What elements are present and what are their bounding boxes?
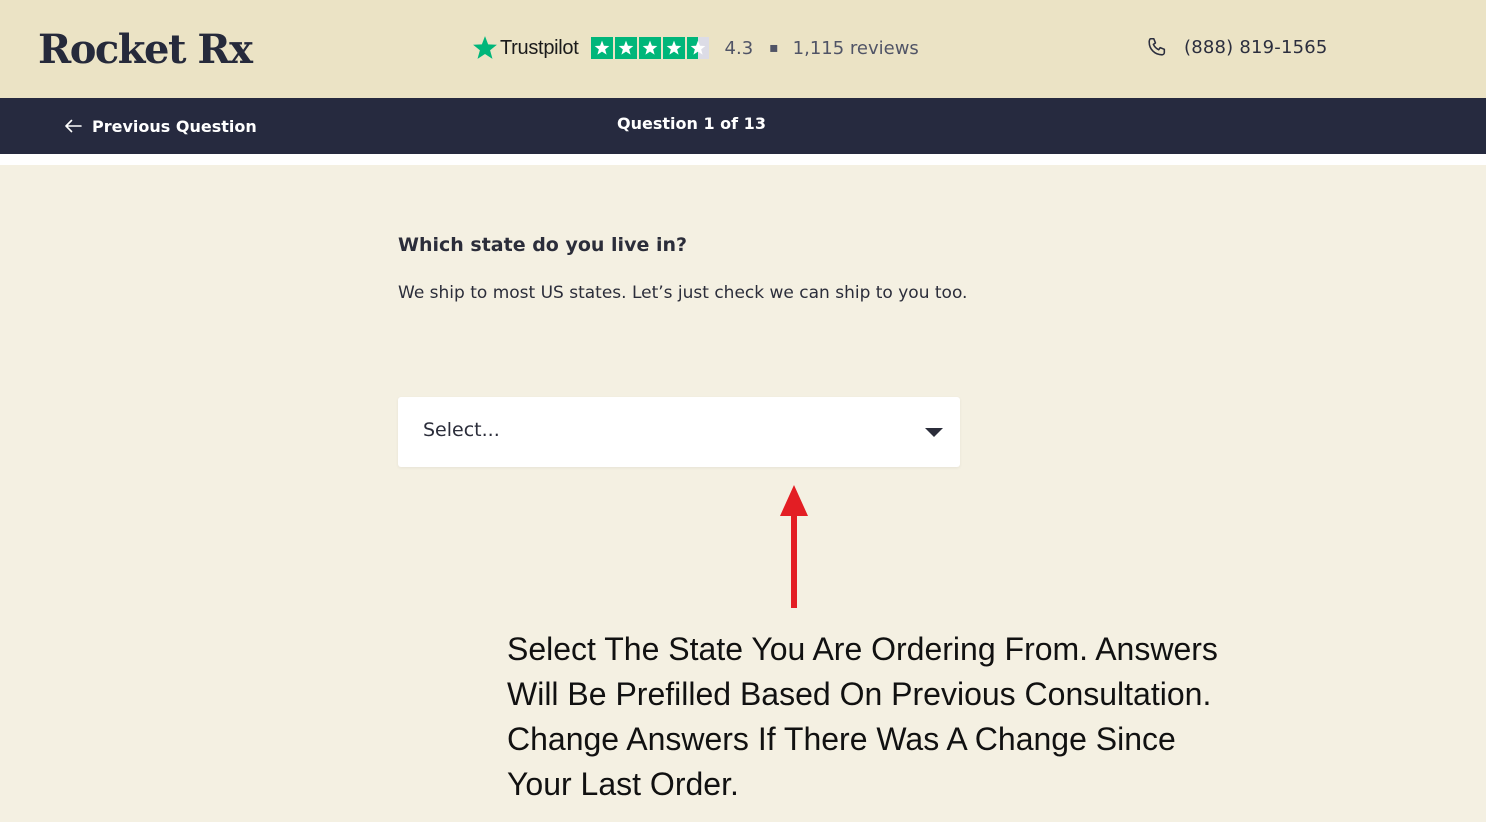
trustpilot-name: Trustpilot: [500, 36, 579, 59]
star-icon: [614, 37, 637, 59]
red-arrow-annotation: [780, 485, 808, 608]
trustpilot-rating: 4.3: [724, 37, 754, 59]
question-subtitle: We ship to most US states. Let’s just ch…: [398, 283, 968, 303]
trustpilot-star-icon: [473, 36, 497, 59]
star-icon: [662, 37, 685, 59]
previous-question-button[interactable]: Previous Question: [64, 112, 257, 140]
instruction-annotation: Select The State You Are Ordering From. …: [507, 631, 1218, 802]
divider: [0, 154, 1486, 165]
chevron-down-icon: [925, 428, 943, 437]
arrow-left-icon: [65, 119, 82, 133]
rocket-rx-logo[interactable]: Rocket Rx: [38, 26, 253, 74]
star-icon: [638, 37, 661, 59]
phone-icon: [1148, 37, 1166, 56]
star-icon: [590, 37, 613, 59]
trustpilot-widget[interactable]: Trustpilot 4.3 ▪ 1,115 reviews: [472, 33, 919, 63]
phone-number: (888) 819-1565: [1184, 36, 1328, 58]
phone-contact[interactable]: (888) 819-1565: [1146, 36, 1328, 58]
question-nav-bar: Previous Question Question 1 of 13: [0, 98, 1486, 154]
state-select[interactable]: Select...: [398, 397, 960, 467]
site-header: Rocket Rx Trustpilot 4.3 ▪ 1,115 reviews…: [0, 0, 1486, 98]
state-select-value: Select...: [423, 419, 500, 441]
half-star-icon: [686, 37, 709, 59]
trustpilot-reviews: 1,115 reviews: [792, 37, 919, 59]
question-counter: Question 1 of 13: [617, 114, 766, 133]
separator-dot: ▪: [769, 40, 779, 56]
previous-question-label: Previous Question: [92, 116, 257, 136]
trustpilot-stars: [590, 37, 711, 59]
question-title: Which state do you live in?: [398, 234, 688, 256]
